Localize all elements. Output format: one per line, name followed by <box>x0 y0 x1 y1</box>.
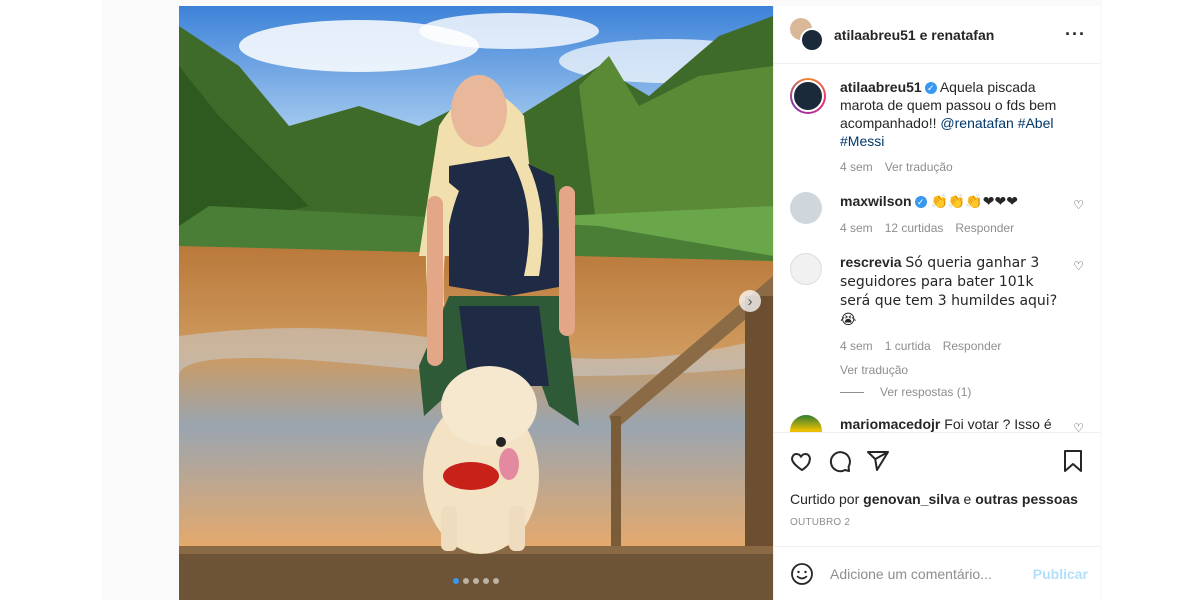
comment: rescrevia Só queria ganhar 3 seguidores … <box>790 253 1084 379</box>
comment-text: 👏👏👏❤❤❤ <box>930 194 1018 210</box>
comment-username[interactable]: mariomacedojr <box>840 416 940 432</box>
verified-icon: ✓ <box>924 82 937 94</box>
photo-scene <box>179 6 773 600</box>
caption: atilaabreu51 ✓ Aquela piscada marota de q… <box>790 78 1084 176</box>
comment-meta: 4 sem 1 curtida Responder <box>840 337 1066 355</box>
caption-hashtag[interactable]: #Messi <box>840 133 884 149</box>
post-modal: › atilaabreu51 e renatafan ··· atilaabre… <box>179 6 1100 600</box>
comment-username[interactable]: maxwilson <box>840 193 912 209</box>
reply-button[interactable]: Responder <box>943 337 1002 355</box>
carousel-dot <box>483 578 489 584</box>
caption-time: 4 sem <box>840 160 873 174</box>
caption-hashtag[interactable]: #Abel <box>1018 115 1054 131</box>
comment-text: Foi votar ? Isso é <box>944 416 1052 432</box>
comment-body: maxwilson ✓ 👏👏👏❤❤❤ 4 sem 12 curtidas Resp… <box>840 192 1084 237</box>
post-author-names[interactable]: atilaabreu51 e renatafan <box>834 27 1065 43</box>
caption-username[interactable]: atilaabreu51 <box>840 79 922 95</box>
caption-meta: 4 sem Ver tradução <box>840 158 1066 176</box>
comment-composer: Publicar <box>774 546 1100 600</box>
comment-likes[interactable]: 12 curtidas <box>885 219 944 237</box>
heart-icon[interactable] <box>790 449 814 473</box>
avatar[interactable] <box>790 253 822 285</box>
post-photo[interactable]: › <box>179 6 773 600</box>
comment: mariomacedojr Foi votar ? Isso é ♡ <box>790 415 1084 432</box>
view-replies-label: Ver respostas (1) <box>880 385 972 399</box>
comment-likes[interactable]: 1 curtida <box>885 337 931 355</box>
likes-prefix: Curtido por <box>790 491 860 507</box>
comments-list[interactable]: atilaabreu51 ✓ Aquela piscada marota de q… <box>774 64 1100 433</box>
avatar[interactable] <box>790 415 822 432</box>
avatar[interactable] <box>790 192 822 224</box>
comment-body: rescrevia Só queria ganhar 3 seguidores … <box>840 253 1084 379</box>
comment-body: mariomacedojr Foi votar ? Isso é <box>840 415 1084 432</box>
avatar[interactable] <box>790 78 826 114</box>
collab-avatars[interactable] <box>790 17 824 52</box>
replies-divider <box>840 391 864 393</box>
likes-others-link[interactable]: outras pessoas <box>975 491 1078 507</box>
post-header: atilaabreu51 e renatafan ··· <box>774 6 1100 64</box>
carousel-dot <box>473 578 479 584</box>
verified-icon: ✓ <box>914 196 927 208</box>
bookmark-icon[interactable] <box>1062 449 1084 473</box>
post-actions <box>774 433 1100 479</box>
see-translation-link[interactable]: Ver tradução <box>885 158 953 176</box>
comment: maxwilson ✓ 👏👏👏❤❤❤ 4 sem 12 curtidas Resp… <box>790 192 1084 237</box>
carousel-dot <box>493 578 499 584</box>
comment-time: 4 sem <box>840 339 873 353</box>
like-comment-heart-icon[interactable]: ♡ <box>1073 198 1084 212</box>
more-horizontal-icon[interactable]: ··· <box>1065 24 1086 45</box>
like-comment-heart-icon[interactable]: ♡ <box>1073 421 1084 432</box>
comment-time: 4 sem <box>840 221 873 235</box>
likes-joiner: e <box>963 491 972 507</box>
post-side-panel: atilaabreu51 e renatafan ··· atilaabreu5… <box>773 6 1100 600</box>
comment-icon[interactable] <box>828 449 852 473</box>
share-icon[interactable] <box>866 449 890 473</box>
publish-button[interactable]: Publicar <box>1033 566 1088 582</box>
caption-mention[interactable]: @renatafan <box>940 115 1013 131</box>
view-replies-button[interactable]: Ver respostas (1) <box>840 385 1084 399</box>
comment-username[interactable]: rescrevia <box>840 254 902 270</box>
see-translation-link[interactable]: Ver tradução <box>840 361 1066 379</box>
chevron-right-icon: › <box>747 292 753 310</box>
likes-summary: Curtido por genovan_silva e outras pesso… <box>774 491 1100 507</box>
comment-meta: 4 sem 12 curtidas Responder <box>840 219 1066 237</box>
next-photo-button[interactable]: › <box>739 290 761 312</box>
emoji-icon[interactable] <box>790 562 814 586</box>
post-date: OUTUBRO 2 <box>790 517 851 528</box>
carousel-dot-active <box>453 578 459 584</box>
carousel-indicator <box>453 578 499 584</box>
reply-button[interactable]: Responder <box>955 219 1014 237</box>
carousel-dot <box>463 578 469 584</box>
caption-body: atilaabreu51 ✓ Aquela piscada marota de q… <box>840 78 1084 176</box>
like-comment-heart-icon[interactable]: ♡ <box>1073 259 1084 273</box>
liker-username[interactable]: genovan_silva <box>863 491 960 507</box>
avatar <box>800 27 824 52</box>
comment-input[interactable] <box>828 564 1033 583</box>
